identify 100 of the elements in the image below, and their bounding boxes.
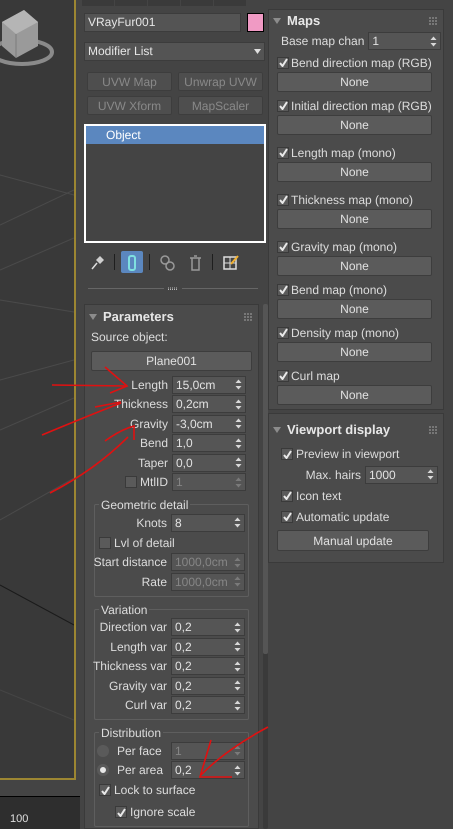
spinner-arrows-icon	[235, 398, 242, 410]
spinner-field[interactable]: 8	[171, 514, 245, 532]
checkmark-icon	[278, 195, 288, 204]
grip-icon	[429, 426, 437, 434]
object-name-field[interactable]: VRayFur001	[84, 12, 242, 32]
spinner-field[interactable]: -3,0cm	[172, 414, 246, 433]
timeline-label: 100	[10, 812, 28, 826]
modifier-stack-list[interactable]: Object	[84, 124, 266, 243]
spinner-arrows-icon	[235, 379, 242, 390]
checkbox[interactable]	[277, 100, 289, 112]
spinner-field[interactable]: 0,2	[171, 638, 245, 656]
rollout-title[interactable]: Viewport display	[287, 420, 390, 440]
checkmark-icon	[278, 285, 288, 294]
grip-icon	[244, 313, 252, 321]
spinner-arrows-icon	[234, 680, 241, 692]
button[interactable]: None	[277, 115, 432, 135]
label: Per area	[117, 762, 164, 780]
checkmark-icon	[278, 242, 288, 251]
spinner-field[interactable]: 0,2	[171, 761, 245, 780]
spinner-field[interactable]: 1,0	[172, 434, 246, 452]
label: Start distance	[94, 554, 167, 572]
spinner-arrows-icon	[234, 660, 241, 672]
spinner-arrows-icon	[234, 641, 241, 652]
spinner-field[interactable]: 0,2cm	[172, 395, 246, 414]
circles-icon	[158, 254, 176, 270]
spinner-arrows-icon	[235, 418, 242, 430]
label: Bend map (mono)	[291, 282, 388, 298]
label: Thickness	[114, 396, 168, 414]
label: Knots	[136, 514, 167, 532]
label: MtlID	[140, 474, 168, 492]
spinner-arrows-icon	[234, 576, 241, 588]
spinner-arrows-icon	[235, 476, 242, 488]
label: Gravity var	[108, 678, 167, 695]
stack-item[interactable]: Object	[86, 126, 264, 144]
checkbox[interactable]	[277, 146, 289, 158]
modifier-list-dropdown[interactable]: Modifier List	[84, 42, 265, 61]
label: Curl var	[124, 697, 167, 714]
spinner-field[interactable]: 0,0	[172, 454, 246, 472]
spinner-field[interactable]: 0,2	[171, 657, 245, 676]
annotation-arrow	[199, 726, 269, 778]
checkbox[interactable]	[281, 510, 293, 522]
spinner-field[interactable]: 15,0cm	[172, 376, 246, 394]
label: Icon text	[296, 488, 342, 504]
color-swatch[interactable]	[247, 12, 264, 32]
pin-icon	[88, 254, 106, 270]
checkmark-icon	[282, 491, 292, 500]
spinner-arrows-icon	[234, 745, 241, 756]
label: Length	[131, 376, 168, 394]
label: Base map chan	[281, 33, 364, 50]
checkbox[interactable]	[99, 784, 111, 796]
scrollbar[interactable]	[263, 304, 268, 829]
label: Curl map	[291, 368, 340, 384]
button[interactable]: Plane001	[91, 351, 252, 371]
checkmark-icon	[282, 512, 292, 521]
button[interactable]: None	[277, 162, 432, 182]
checkbox[interactable]	[277, 284, 289, 296]
checkbox[interactable]	[277, 194, 289, 206]
button[interactable]: None	[277, 209, 432, 229]
spinner-field[interactable]: 1	[368, 32, 442, 50]
label: Lvl of detail	[114, 534, 175, 552]
label: Taper	[138, 454, 168, 472]
checkbox[interactable]	[281, 448, 293, 460]
spinner-arrows-icon	[427, 469, 434, 480]
spinner-arrows-icon	[430, 36, 438, 46]
checkbox[interactable]	[115, 806, 127, 818]
spinner-field[interactable]: 0,2	[171, 618, 245, 636]
checkbox[interactable]	[277, 56, 289, 68]
resize-grip-icon	[168, 287, 178, 290]
label: Thickness var	[92, 658, 167, 676]
spinner-arrows-icon	[234, 764, 241, 776]
button[interactable]: None	[277, 385, 432, 405]
button[interactable]: None	[277, 342, 432, 362]
label: Rate	[142, 574, 167, 591]
checkmark-icon	[278, 371, 288, 380]
checkbox[interactable]	[277, 370, 289, 382]
label: Thickness map (mono)	[291, 192, 414, 208]
checkbox[interactable]	[99, 536, 111, 548]
button[interactable]: Manual update	[277, 530, 429, 551]
checkmark-icon	[278, 328, 288, 337]
radio-button[interactable]	[97, 764, 109, 776]
button[interactable]: None	[277, 299, 432, 319]
label: Automatic update	[296, 508, 390, 526]
checkbox[interactable]	[281, 490, 293, 502]
button[interactable]: None	[277, 256, 432, 276]
spinner-field[interactable]: 0,2	[171, 696, 245, 714]
spinner-arrows-icon	[234, 700, 241, 711]
button[interactable]: None	[277, 72, 432, 92]
rollout-title[interactable]: Parameters	[103, 307, 174, 327]
spinner-arrows-icon	[234, 517, 241, 528]
checkbox[interactable]	[277, 326, 289, 338]
label: Lock to surface	[114, 782, 196, 799]
label: Bend	[140, 435, 168, 452]
checkmark-icon	[100, 786, 110, 794]
spinner-field[interactable]: 0,2	[171, 676, 245, 695]
label: Length var	[110, 638, 167, 656]
rollout-title[interactable]: Maps	[287, 11, 320, 31]
label: Gravity	[130, 416, 168, 433]
spinner-field[interactable]: 1000	[365, 466, 438, 484]
checkbox[interactable]	[277, 240, 289, 252]
label: Bend direction map (RGB)	[291, 54, 432, 72]
